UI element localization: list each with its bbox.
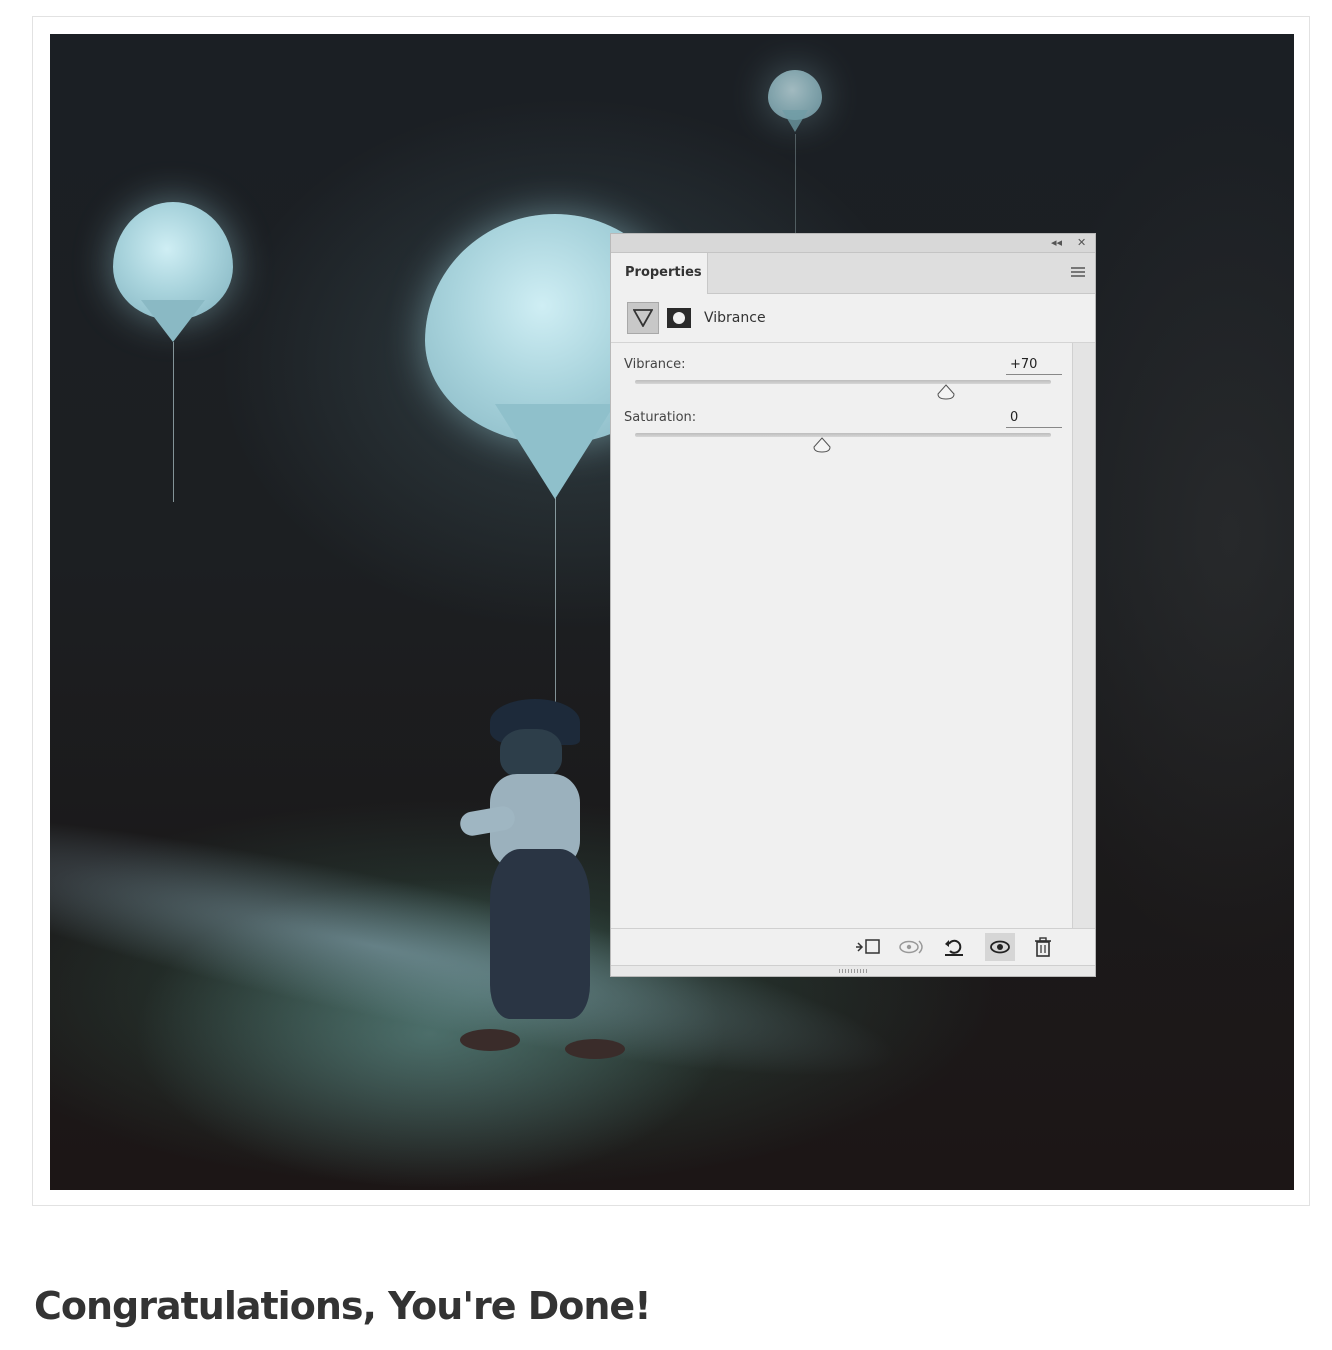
saturation-slider-track[interactable] <box>635 433 1051 437</box>
panel-scrollbar[interactable] <box>1072 343 1095 928</box>
panel-title-bar[interactable]: ◂◂ ✕ <box>611 234 1095 253</box>
clip-to-layer-icon[interactable] <box>853 933 883 961</box>
tab-properties[interactable]: Properties <box>611 253 708 294</box>
vibrance-slider-thumb[interactable] <box>937 384 955 400</box>
adjustment-name: Vibrance <box>704 310 766 326</box>
view-previous-state-icon[interactable] <box>897 933 927 961</box>
saturation-label: Saturation: <box>624 410 697 425</box>
layer-mask-icon[interactable] <box>667 308 691 328</box>
small-moon-balloon <box>113 202 233 542</box>
vibrance-value-field[interactable]: +70 <box>1006 355 1062 375</box>
saturation-value-field[interactable]: 0 <box>1006 408 1062 428</box>
properties-panel: ◂◂ ✕ Properties Vibrance Vibrance: +70 S… <box>610 233 1096 977</box>
adjustment-header: Vibrance <box>611 294 1095 343</box>
panel-resize-grip[interactable] <box>611 965 1095 976</box>
saturation-slider-thumb[interactable] <box>813 437 831 453</box>
trash-icon[interactable] <box>1028 933 1058 961</box>
vibrance-slider-track[interactable] <box>635 380 1051 384</box>
reset-icon[interactable] <box>939 933 969 961</box>
panel-tab-row: Properties <box>611 253 1095 294</box>
panel-footer-toolbar <box>611 928 1095 967</box>
collapse-panel-icon[interactable]: ◂◂ <box>1051 235 1062 251</box>
visibility-eye-icon[interactable] <box>985 933 1015 961</box>
panel-menu-icon[interactable] <box>1071 267 1085 279</box>
vibrance-triangle-icon[interactable] <box>627 302 659 334</box>
walking-child <box>458 699 630 1059</box>
distant-moon-balloon <box>768 70 824 240</box>
vibrance-label: Vibrance: <box>624 357 686 372</box>
page-title: Congratulations, You're Done! <box>34 1284 652 1328</box>
close-panel-icon[interactable]: ✕ <box>1077 235 1086 251</box>
